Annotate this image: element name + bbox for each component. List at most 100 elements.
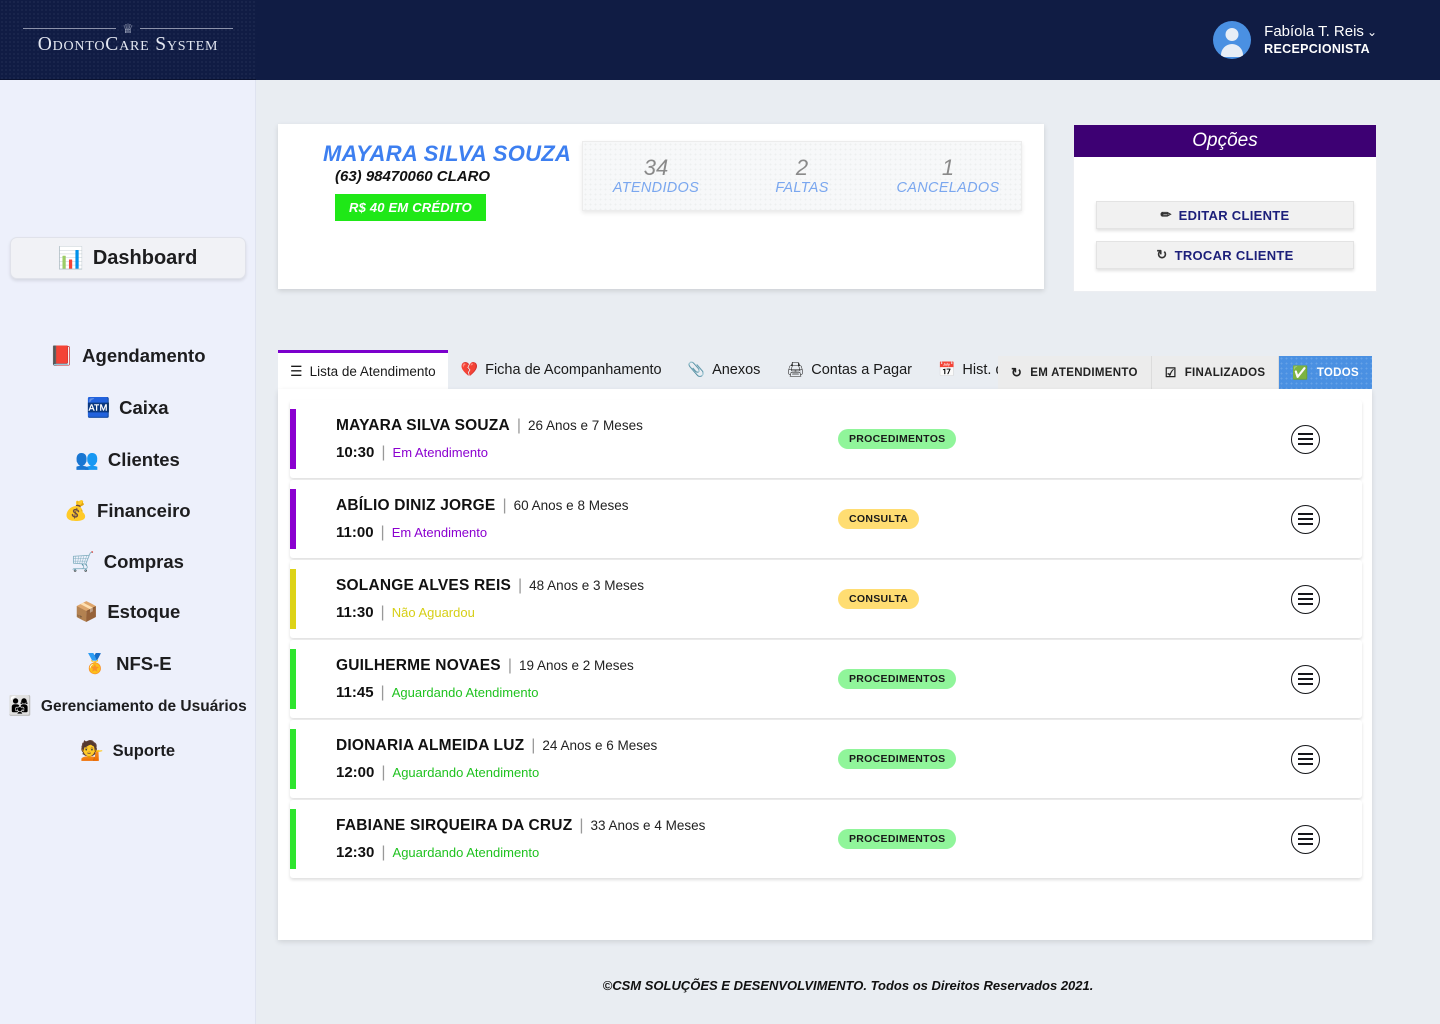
sidebar-item-caixa[interactable]: 🏧 Caixa [0, 397, 255, 419]
sidebar-item-agendamento[interactable]: 📕 Agendamento [0, 345, 255, 367]
tab-ficha-de-acompanhamento[interactable]: 💔 Ficha de Acompanhamento [448, 350, 675, 389]
stat-value: 1 [941, 155, 955, 181]
status-bar [290, 729, 296, 789]
tab-label: Contas a Pagar [811, 361, 912, 378]
divider: | [579, 816, 584, 834]
row-menu-icon[interactable] [1291, 424, 1320, 454]
tab-label: Anexos [712, 361, 761, 378]
options-panel: Opções ✏ EDITAR CLIENTE ↻ TROCAR CLIENTE [1073, 124, 1377, 292]
tab-bar: ☰ Lista de Atendimento 💔 Ficha de Acompa… [278, 350, 1372, 389]
tab-anexos[interactable]: 📎 Anexos [675, 350, 774, 389]
sidebar-item-compras[interactable]: 🛒 Compras [0, 551, 255, 573]
status-badge: Não Aguardou [391, 604, 475, 620]
patient-name: DIONARIA ALMEIDA LUZ [336, 736, 525, 754]
heart-icon: 💔 [460, 361, 479, 377]
table-row[interactable]: GUILHERME NOVAES | 19 Anos e 2 Meses 11:… [290, 640, 1362, 718]
swap-client-label: TROCAR CLIENTE [1174, 247, 1294, 263]
type-badge: PROCEDIMENTOS [838, 749, 957, 769]
type-badge: CONSULTA [838, 509, 920, 529]
sidebar-item-dashboard[interactable]: 📊 Dashboard [9, 237, 246, 279]
sidebar-item-list: 📕 Agendamento 🏧 Caixa 👥 Clientes 💰 Finan… [0, 345, 255, 761]
patient-summary-card: MAYARA SILVA SOUZA (63) 98470060 CLARO R… [278, 124, 1044, 289]
tab-label: Ficha de Acompanhamento [485, 361, 662, 378]
sidebar-item-label: Compras [103, 551, 184, 572]
stat-label: CANCELADOS [896, 179, 1000, 196]
sidebar: ♕ OdontoCare System 📊 Dashboard 📕 Agenda… [0, 0, 256, 1024]
row-menu-icon[interactable] [1291, 664, 1320, 694]
divider: | [531, 736, 536, 754]
row-menu-icon[interactable] [1291, 824, 1320, 854]
divider: | [381, 763, 386, 781]
patient-age: 24 Anos e 6 Meses [542, 737, 658, 753]
row-info: DIONARIA ALMEIDA LUZ | 24 Anos e 6 Meses… [336, 737, 806, 782]
support-agent-icon: 💁 [79, 741, 104, 762]
appointment-time: 11:45 [336, 683, 374, 701]
table-row[interactable]: FABIANE SIRQUEIRA DA CRUZ | 33 Anos e 4 … [290, 800, 1362, 878]
people-icon: 👥 [75, 449, 99, 471]
chevron-down-icon[interactable]: ⌄ [1367, 25, 1377, 39]
stat-label: ATENDIDOS [612, 179, 700, 196]
divider: | [507, 656, 512, 674]
edit-client-button[interactable]: ✏ EDITAR CLIENTE [1096, 201, 1354, 229]
appointment-time: 12:00 [336, 763, 375, 781]
avatar [1213, 21, 1252, 59]
credit-badge: R$ 40 EM CRÉDITO [335, 194, 486, 221]
divider: | [380, 523, 385, 541]
medal-icon: 🏅 [83, 653, 108, 675]
patient-age: 19 Anos e 2 Meses [518, 657, 634, 673]
row-menu-icon[interactable] [1291, 504, 1320, 534]
tab-contas-a-pagar[interactable]: 🖨 Contas a Pagar [773, 350, 925, 389]
filter-todos[interactable]: ✅ TODOS [1279, 356, 1372, 389]
appointment-time: 11:30 [336, 603, 374, 621]
checkbox-icon: ☑ [1164, 364, 1177, 380]
user-info: Fabíola T. Reis ⌄ RECEPCIONISTA [1264, 23, 1377, 57]
patient-name: GUILHERME NOVAES [336, 656, 501, 674]
table-row[interactable]: SOLANGE ALVES REIS | 48 Anos e 3 Meses 1… [290, 560, 1362, 638]
users-group-icon: 👨‍👩‍👧 [8, 696, 32, 717]
check-circle-icon: ✅ [1292, 364, 1309, 380]
patient-age: 33 Anos e 4 Meses [590, 817, 706, 833]
sidebar-item-suporte[interactable]: 💁 Suporte [0, 742, 255, 761]
user-menu[interactable]: Fabíola T. Reis ⌄ RECEPCIONISTA [1213, 21, 1377, 59]
row-menu-icon[interactable] [1291, 744, 1320, 774]
refresh-icon: ↻ [1011, 364, 1023, 380]
divider: | [516, 416, 521, 434]
stat-atendidos: 34 ATENDIDOS [583, 156, 729, 195]
filter-em-atendimento[interactable]: ↻ EM ATENDIMENTO [998, 356, 1152, 389]
stat-label: FALTAS [775, 179, 829, 196]
patient-age: 60 Anos e 8 Meses [513, 497, 629, 513]
sidebar-item-estoque[interactable]: 📦 Estoque [0, 601, 255, 623]
table-row[interactable]: DIONARIA ALMEIDA LUZ | 24 Anos e 6 Meses… [290, 720, 1362, 798]
status-badge: Em Atendimento [391, 524, 488, 540]
row-info: SOLANGE ALVES REIS | 48 Anos e 3 Meses 1… [336, 577, 806, 622]
row-info: GUILHERME NOVAES | 19 Anos e 2 Meses 11:… [336, 657, 806, 702]
tab-lista-de-atendimento[interactable]: ☰ Lista de Atendimento [278, 350, 448, 389]
table-row[interactable]: ABÍLIO DINIZ JORGE | 60 Anos e 8 Meses 1… [290, 480, 1362, 558]
divider: | [381, 843, 386, 861]
swap-client-button[interactable]: ↻ TROCAR CLIENTE [1096, 241, 1354, 269]
appointment-time: 12:30 [336, 843, 375, 861]
divider: | [502, 496, 507, 514]
sidebar-item-clientes[interactable]: 👥 Clientes [0, 449, 255, 471]
list-icon: ☰ [290, 362, 303, 379]
app-logo[interactable]: ♕ OdontoCare System [0, 0, 256, 80]
status-bar [290, 649, 296, 709]
edit-client-label: EDITAR CLIENTE [1178, 207, 1290, 223]
row-info: FABIANE SIRQUEIRA DA CRUZ | 33 Anos e 4 … [336, 817, 806, 862]
table-row[interactable]: MAYARA SILVA SOUZA | 26 Anos e 7 Meses 1… [290, 400, 1362, 478]
sidebar-item-label: Caixa [119, 397, 169, 418]
patient-name: MAYARA SILVA SOUZA [336, 416, 510, 434]
patient-age: 26 Anos e 7 Meses [528, 417, 643, 433]
sidebar-item-financeiro[interactable]: 💰 Financeiro [0, 500, 255, 522]
sidebar-item-label: Dashboard [92, 246, 198, 269]
printer-icon: 🖨 [786, 361, 805, 377]
sidebar-item-nfse[interactable]: 🏅 NFS-E [0, 653, 255, 675]
row-menu-icon[interactable] [1291, 584, 1320, 614]
sidebar-item-gerenciamento-de-usuarios[interactable]: 👨‍👩‍👧 Gerenciamento de Usuários [0, 697, 255, 716]
notebook-icon: 📕 [49, 345, 74, 367]
user-name-row: Fabíola T. Reis ⌄ [1264, 23, 1377, 42]
filter-label: TODOS [1316, 366, 1359, 379]
status-bar [290, 489, 296, 549]
money-icon: 💰 [64, 500, 89, 522]
filter-finalizados[interactable]: ☑ FINALIZADOS [1151, 356, 1280, 389]
